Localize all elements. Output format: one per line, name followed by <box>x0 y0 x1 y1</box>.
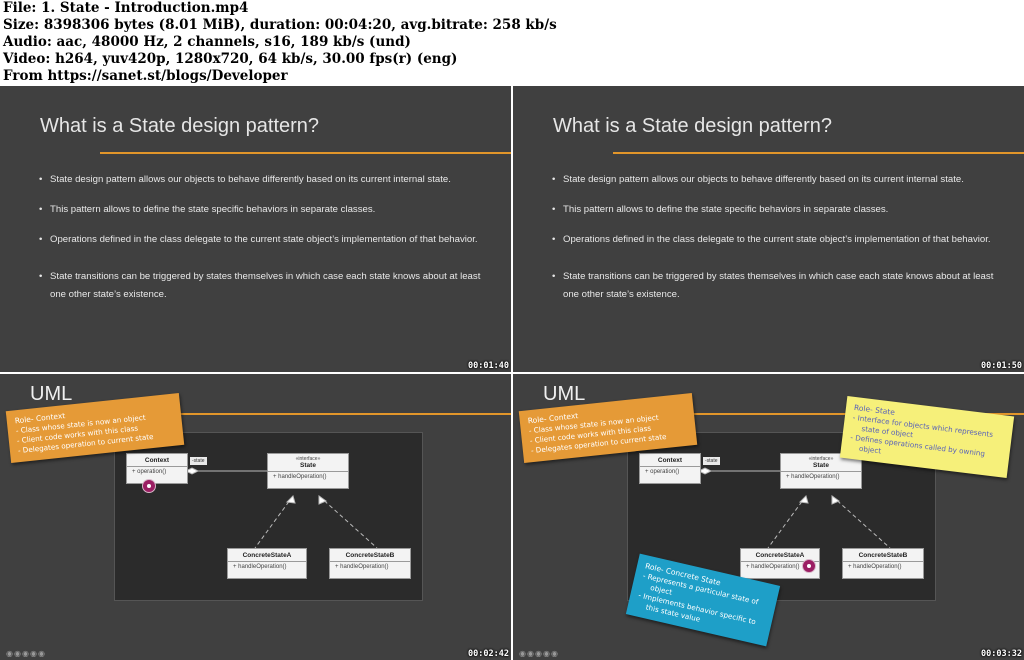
state-interface: «interface» State + handleOperation() <box>267 453 349 489</box>
audio-line: Audio: aac, 48000 Hz, 2 channels, s16, 1… <box>3 34 411 50</box>
zoom-icon[interactable]: ◉ <box>30 649 37 658</box>
bullet-continuation: one other state’s existence. <box>50 289 167 300</box>
bullet-item: State transitions can be triggered by st… <box>39 264 499 289</box>
class-name: Context <box>640 454 700 467</box>
highlighter-icon[interactable]: ◉ <box>22 649 29 658</box>
class-operation: + handleOperation() <box>848 564 902 570</box>
slide-title: What is a State design pattern? <box>553 115 833 137</box>
class-operation: + operation() <box>645 469 680 475</box>
bullet-item: State design pattern allows our objects … <box>552 174 1012 185</box>
concrete-state-b-class: ConcreteStateB + handleOperation() <box>329 548 411 579</box>
timestamp: 00:01:40 <box>468 361 509 371</box>
title-underline <box>613 152 1024 154</box>
context-class: Context + operation() <box>126 453 188 484</box>
uml-diagram: Context + operation() -state «interface»… <box>114 432 423 601</box>
timestamp: 00:02:42 <box>468 649 509 659</box>
pointer-cursor-icon <box>142 479 156 493</box>
thumbnail-3[interactable]: UML Context + operation() -state «interf… <box>0 374 511 660</box>
bullet-item: This pattern allows to define the state … <box>39 204 499 215</box>
class-name: ConcreteStateB <box>330 549 410 562</box>
concrete-state-b-class: ConcreteStateB + handleOperation() <box>842 548 924 579</box>
association-label: -state <box>703 457 720 465</box>
class-name: ConcreteStateB <box>843 549 923 562</box>
stereotype: «interface» <box>295 456 321 462</box>
class-operation: + handleOperation() <box>273 474 327 480</box>
uml-title: UML <box>30 383 73 405</box>
timestamp: 00:03:32 <box>981 649 1022 659</box>
thumbnail-2[interactable]: What is a State design pattern? State de… <box>513 86 1024 372</box>
class-operation: + handleOperation() <box>335 564 389 570</box>
play-icon[interactable]: ◉ <box>519 649 526 658</box>
class-operation: + handleOperation() <box>233 564 287 570</box>
bullet-item: Operations defined in the class delegate… <box>552 234 1012 245</box>
concrete-state-a-class: ConcreteStateA + handleOperation() <box>227 548 307 579</box>
source-line: From https://sanet.st/blogs/Developer <box>3 68 288 84</box>
pointer-cursor-icon <box>802 559 816 573</box>
bullet-item: Operations defined in the class delegate… <box>39 234 499 245</box>
bullet-list: State design pattern allows our objects … <box>552 174 1012 300</box>
more-icon[interactable]: ◉ <box>38 649 45 658</box>
class-name: State <box>268 462 348 472</box>
size-line: Size: 8398306 bytes (8.01 MiB), duration… <box>3 17 557 33</box>
bullet-item: This pattern allows to define the state … <box>552 204 1012 215</box>
highlighter-icon[interactable]: ◉ <box>535 649 542 658</box>
context-class: Context + operation() <box>639 453 701 484</box>
zoom-icon[interactable]: ◉ <box>543 649 550 658</box>
thumbnail-4[interactable]: UML Context + operation() -state «interf… <box>513 374 1024 660</box>
bullet-list: State design pattern allows our objects … <box>39 174 499 300</box>
association-label: -state <box>190 457 207 465</box>
title-underline <box>100 152 511 154</box>
player-controls[interactable]: ◉◉◉◉◉ <box>6 649 46 658</box>
class-name: State <box>781 462 861 472</box>
uml-title: UML <box>543 383 586 405</box>
video-line: Video: h264, yuv420p, 1280x720, 64 kb/s,… <box>3 51 458 67</box>
thumbnail-1[interactable]: What is a State design pattern? State de… <box>0 86 511 372</box>
class-name: ConcreteStateA <box>228 549 306 562</box>
class-operation: + handleOperation() <box>786 474 840 480</box>
play-icon[interactable]: ◉ <box>6 649 13 658</box>
slide-title: What is a State design pattern? <box>40 115 320 137</box>
bullet-continuation: one other state’s existence. <box>563 289 680 300</box>
bullet-item: State design pattern allows our objects … <box>39 174 499 185</box>
timestamp: 00:01:50 <box>981 361 1022 371</box>
bullet-item: State transitions can be triggered by st… <box>552 264 1012 289</box>
more-icon[interactable]: ◉ <box>551 649 558 658</box>
file-info-header: File: 1. State - Introduction.mp4 Size: … <box>0 0 1024 85</box>
class-operation: + operation() <box>132 469 167 475</box>
pen-icon[interactable]: ◉ <box>14 649 21 658</box>
class-name: Context <box>127 454 187 467</box>
player-controls[interactable]: ◉◉◉◉◉ <box>519 649 559 658</box>
file-name-line: File: 1. State - Introduction.mp4 <box>3 0 249 16</box>
pen-icon[interactable]: ◉ <box>527 649 534 658</box>
